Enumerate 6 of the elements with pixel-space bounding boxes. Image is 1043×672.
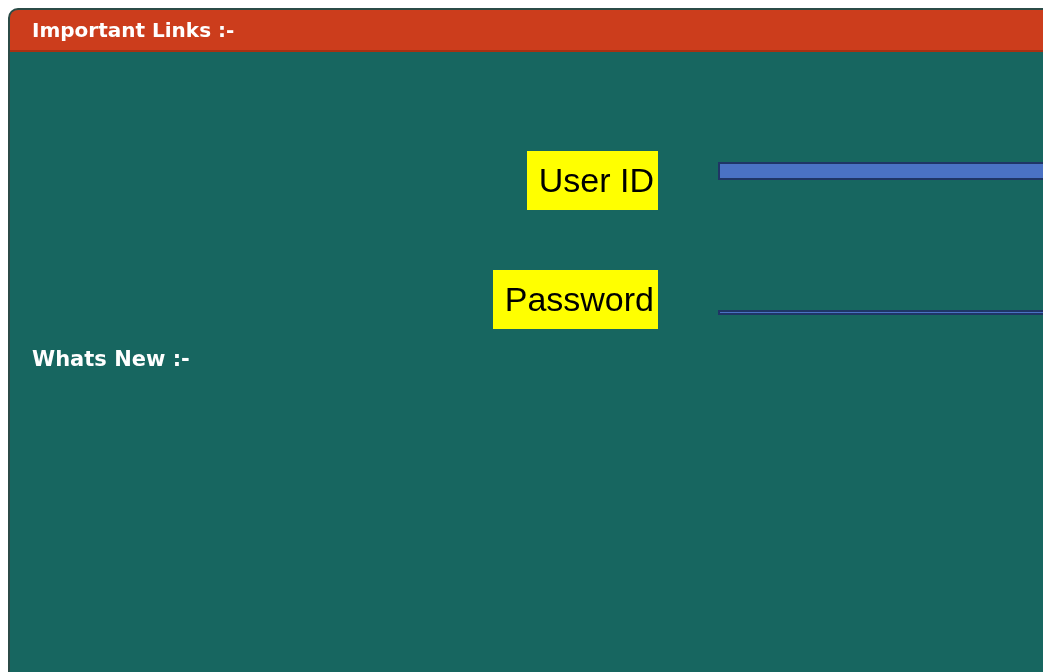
section-title: Whats New :- xyxy=(32,347,191,371)
field-label: Password xyxy=(492,270,658,329)
input-field[interactable] xyxy=(718,310,1043,315)
section-header: Important Links :- xyxy=(10,10,1043,52)
input-field[interactable] xyxy=(718,162,1043,180)
field-label: User ID xyxy=(526,151,658,210)
